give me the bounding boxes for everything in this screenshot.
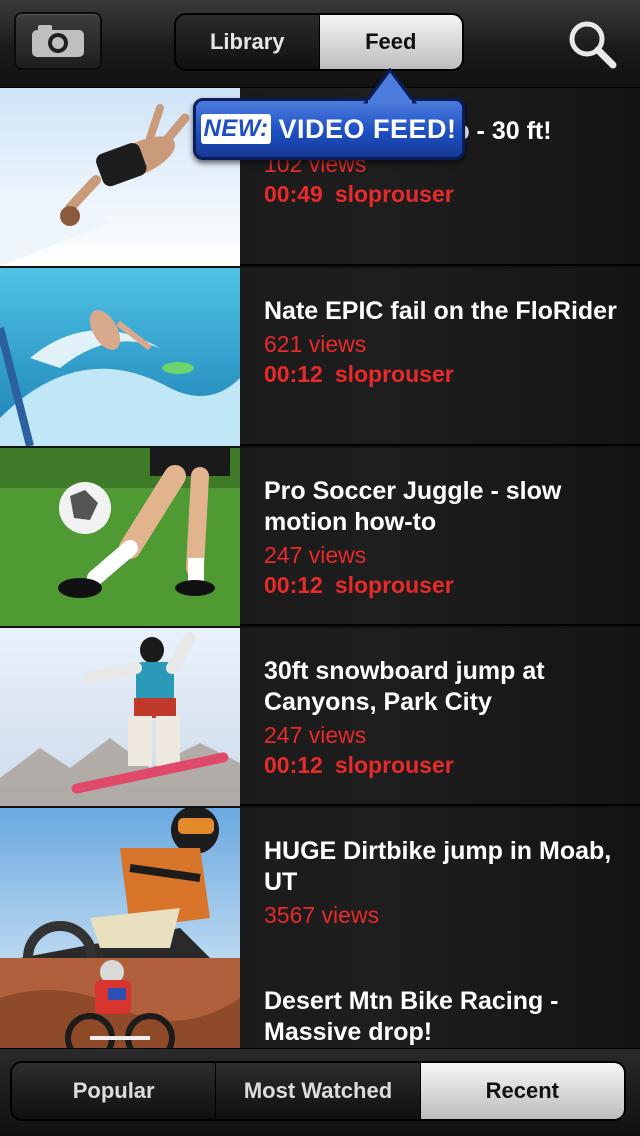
video-thumbnail	[0, 268, 240, 446]
video-uploader: sloprouser	[334, 572, 454, 598]
tab-feed[interactable]: Feed	[319, 15, 462, 69]
feed-filter-segmented-control: Popular Most Watched Recent	[10, 1061, 626, 1121]
video-uploader: sloprouser	[334, 361, 454, 387]
tab-recent[interactable]: Recent	[420, 1063, 624, 1119]
video-title: Pro Soccer Juggle - slow motion how-to	[264, 477, 562, 536]
video-feed-list: HUGE Bike Jump - 30 ft! 102 views 00:49s…	[0, 88, 640, 1048]
new-video-feed-callout[interactable]: NEW: VIDEO FEED!	[193, 98, 465, 160]
library-feed-segmented-control: Library Feed	[174, 13, 464, 71]
callout-text: VIDEO FEED!	[278, 113, 457, 144]
video-thumbnail	[0, 958, 240, 1048]
tab-library[interactable]: Library	[176, 15, 320, 69]
list-item[interactable]: Pro Soccer Juggle - slow motion how-to 2…	[0, 448, 640, 626]
video-thumbnail	[0, 448, 240, 626]
callout-pointer	[363, 68, 417, 104]
new-badge: NEW:	[201, 114, 271, 144]
top-nav-bar: Library Feed	[0, 0, 640, 88]
video-uploader: sloprouser	[334, 752, 454, 778]
video-thumbnail	[0, 628, 240, 806]
camera-icon	[32, 25, 84, 57]
view-count: 3567 views	[264, 902, 380, 928]
view-count: 247 views	[264, 722, 367, 748]
video-title: HUGE Dirtbike jump in Moab, UT	[264, 837, 612, 896]
video-uploader: sloprouser	[334, 181, 454, 207]
video-duration: 00:12	[264, 572, 323, 598]
view-count: 247 views	[264, 542, 367, 568]
video-duration: 00:12	[264, 361, 323, 387]
list-item[interactable]: Nate EPIC fail on the FloRider 621 views…	[0, 268, 640, 446]
list-item[interactable]: Desert Mtn Bike Racing - Massive drop!	[0, 958, 640, 1048]
search-button[interactable]	[562, 14, 622, 74]
video-duration: 00:49	[264, 181, 323, 207]
video-duration: 00:12	[264, 752, 323, 778]
view-count: 621 views	[264, 331, 367, 357]
camera-button[interactable]	[14, 12, 102, 70]
tab-most-watched[interactable]: Most Watched	[216, 1063, 421, 1119]
video-title: Nate EPIC fail on the FloRider	[264, 297, 617, 325]
list-item[interactable]: 30ft snowboard jump at Canyons, Park Cit…	[0, 628, 640, 806]
tab-popular[interactable]: Popular	[12, 1063, 217, 1119]
bottom-filter-bar: Popular Most Watched Recent	[0, 1048, 640, 1136]
search-icon	[569, 21, 617, 69]
video-title: 30ft snowboard jump at Canyons, Park Cit…	[264, 657, 545, 716]
video-title: Desert Mtn Bike Racing - Massive drop!	[264, 987, 559, 1046]
